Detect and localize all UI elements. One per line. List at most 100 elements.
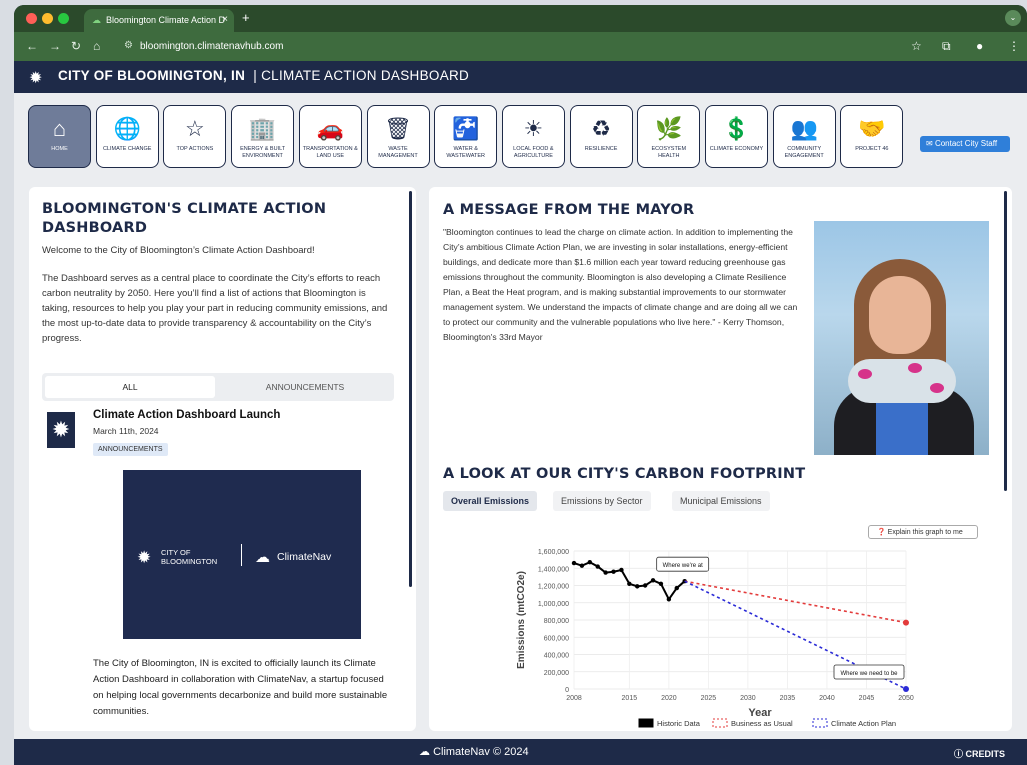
photo-scarf <box>848 359 956 403</box>
mayor-heading: A MESSAGE FROM THE MAYOR <box>443 202 695 218</box>
city-seal-icon: ✹ <box>29 70 43 87</box>
tab-announcements[interactable]: ANNOUNCEMENTS <box>220 376 390 398</box>
data-point <box>658 581 664 586</box>
site-header: ✹ CITY OF BLOOMINGTON, IN | CLIMATE ACTI… <box>14 61 1027 93</box>
site-footer: ☁ ClimateNav © 2024 ⓘ CREDITS <box>14 739 1027 765</box>
category-badge[interactable]: ANNOUNCEMENTS <box>93 443 168 456</box>
mayor-and-footprint-panel: A MESSAGE FROM THE MAYOR "Bloomington co… <box>429 187 1012 731</box>
dashboard-intro-panel: BLOOMINGTON'S CLIMATE ACTION DASHBOARD W… <box>29 187 416 731</box>
contact-city-staff-button[interactable]: ✉ Contact City Staff <box>920 136 1010 152</box>
nav-item-water-wastewater[interactable]: 🚰 WATER & WASTEWATER <box>434 105 498 168</box>
end-point <box>903 619 909 626</box>
home-icon[interactable]: ⌂ <box>93 39 100 53</box>
legend-label: Business as Usual <box>731 719 793 728</box>
site-title-rest: | CLIMATE ACTION DASHBOARD <box>253 68 470 83</box>
dashboard-heading: BLOOMINGTON'S CLIMATE ACTION DASHBOARD <box>42 201 327 236</box>
x-tick-label: 2030 <box>740 695 756 702</box>
y-tick-label: 0 <box>565 687 569 694</box>
tab-municipal-emissions[interactable]: Municipal Emissions <box>672 491 770 511</box>
launch-banner-image: ✹ CITY OF BLOOMINGTON ☁ ClimateNav <box>123 470 361 639</box>
footer-copyright: © 2024 <box>492 746 529 758</box>
x-tick-label: 2035 <box>780 695 796 702</box>
scarf-flower <box>930 383 944 393</box>
news-filter-tabs: ALL ANNOUNCEMENTS <box>42 373 394 401</box>
left-panel-scrollbar[interactable] <box>409 191 412 587</box>
nav-item-label: LOCAL FOOD & AGRICULTURE <box>513 146 554 159</box>
nav-item-local-food-agriculture[interactable]: ☀ LOCAL FOOD & AGRICULTURE <box>501 105 565 168</box>
nav-item-label: ECOSYSTEM HEALTH <box>651 146 687 159</box>
nav-item-home[interactable]: ⌂ HOME <box>28 105 91 168</box>
data-point <box>619 567 624 573</box>
explain-graph-button[interactable]: ❓ Explain this graph to me <box>868 525 978 539</box>
nav-item-energy-built-environment[interactable]: 🏢 ENERGY & BUILT ENVIRONMENT <box>231 105 295 168</box>
url-text: bloomington.climatenavhub.com <box>140 41 284 52</box>
water-wastewater-icon: 🚰 <box>451 116 480 141</box>
news-title[interactable]: Climate Action Dashboard Launch <box>93 409 280 421</box>
welcome-text: Welcome to the City of Bloomington’s Cli… <box>42 245 315 256</box>
data-point <box>635 584 640 589</box>
bookmark-star-icon[interactable]: ☆ <box>911 39 922 53</box>
photo-face <box>869 276 931 354</box>
chevron-down-icon[interactable]: ⌄ <box>1005 10 1021 26</box>
legend-label: Historic Data <box>657 719 701 728</box>
data-point <box>595 564 600 569</box>
forward-icon[interactable]: → <box>49 39 61 53</box>
climatenav-tab-icon: ☁ <box>92 15 101 25</box>
nav-item-climate-economy[interactable]: 💲 CLIMATE ECONOMY <box>705 105 768 168</box>
footer-brand: ☁ ClimateNav © 2024 <box>419 745 529 758</box>
resilience-icon: ♻ <box>591 116 611 141</box>
project-46-icon: 🤝 <box>858 116 886 141</box>
nav-item-resilience[interactable]: ♻ RESILIENCE <box>569 105 633 168</box>
climate-change-icon: 🌐 <box>113 116 141 141</box>
scarf-flower <box>908 363 922 373</box>
maximize-window-button[interactable] <box>58 13 69 24</box>
back-icon[interactable]: ← <box>26 39 38 53</box>
legend-label: Climate Action Plan <box>831 719 896 728</box>
community-engagement-icon: 👥 <box>790 116 818 141</box>
nav-item-label: TOP ACTIONS <box>176 146 214 152</box>
nav-item-project-46[interactable]: 🤝 PROJECT 46 <box>840 105 904 168</box>
data-point <box>627 581 632 586</box>
y-tick-label: 800,000 <box>544 618 569 625</box>
nav-item-climate-change[interactable]: 🌐 CLIMATE CHANGE <box>95 105 159 168</box>
url-input[interactable]: ⚙ bloomington.climatenavhub.com <box>124 36 984 57</box>
address-bar: ← → ↻ ⌂ ⚙ bloomington.climatenavhub.com … <box>14 32 1027 61</box>
legend-swatch <box>638 718 654 728</box>
new-tab-icon[interactable]: + <box>242 10 250 25</box>
browser-tab-title: Bloomington Climate Action D <box>106 15 226 25</box>
nav-item-ecosystem-health[interactable]: 🌿 ECOSYSTEM HEALTH <box>637 105 701 168</box>
footprint-heading: A LOOK AT OUR CITY'S CARBON FOOTPRINT <box>443 466 806 482</box>
reload-icon[interactable]: ↻ <box>71 39 81 53</box>
credits-link[interactable]: ⓘ CREDITS <box>954 747 1005 760</box>
data-point <box>650 578 656 583</box>
category-nav: ✉ Contact City Staff ⌂ HOME 🌐 CLIMATE CHANG… <box>14 93 1027 179</box>
close-tab-icon[interactable]: × <box>222 14 228 25</box>
end-point <box>903 686 909 692</box>
nav-item-transportation-land-use[interactable]: 🚗 TRANSPORTATION & LAND USE <box>298 105 362 168</box>
banner-divider <box>241 544 242 566</box>
nav-item-label: WASTE MANAGEMENT <box>378 146 418 159</box>
data-point <box>666 597 672 602</box>
tab-all[interactable]: ALL <box>45 376 215 398</box>
nav-item-waste-management[interactable]: 🗑 WASTE MANAGEMENT <box>366 105 430 168</box>
minimize-window-button[interactable] <box>42 13 53 24</box>
x-tick-label: 2050 <box>898 695 914 702</box>
right-panel-scrollbar[interactable] <box>1004 191 1007 491</box>
home-icon: ⌂ <box>52 116 67 141</box>
profile-avatar-icon[interactable]: ● <box>976 39 983 53</box>
scarf-flower <box>858 369 872 379</box>
site-settings-icon[interactable]: ⚙ <box>124 40 133 51</box>
extensions-icon[interactable]: ⧉ <box>942 39 951 54</box>
browser-tab-bar: ☁ Bloomington Climate Action D × + ⌄ <box>14 5 1027 32</box>
tab-emissions-by-sector[interactable]: Emissions by Sector <box>553 491 651 511</box>
city-seal-icon: ✹ <box>47 412 75 448</box>
browser-tab[interactable]: ☁ Bloomington Climate Action D × <box>84 9 234 32</box>
nav-item-community-engagement[interactable]: 👥 COMMUNITY ENGAGEMENT <box>772 105 836 168</box>
nav-item-top-actions[interactable]: ☆ TOP ACTIONS <box>163 105 227 168</box>
tab-overall-emissions[interactable]: Overall Emissions <box>443 491 538 511</box>
more-menu-icon[interactable]: ⋮ <box>1008 39 1020 53</box>
y-tick-label: 400,000 <box>544 653 569 660</box>
energy-built-environment-icon: 🏢 <box>248 116 277 141</box>
question-icon: ❓ <box>877 529 886 536</box>
close-window-button[interactable] <box>26 13 37 24</box>
